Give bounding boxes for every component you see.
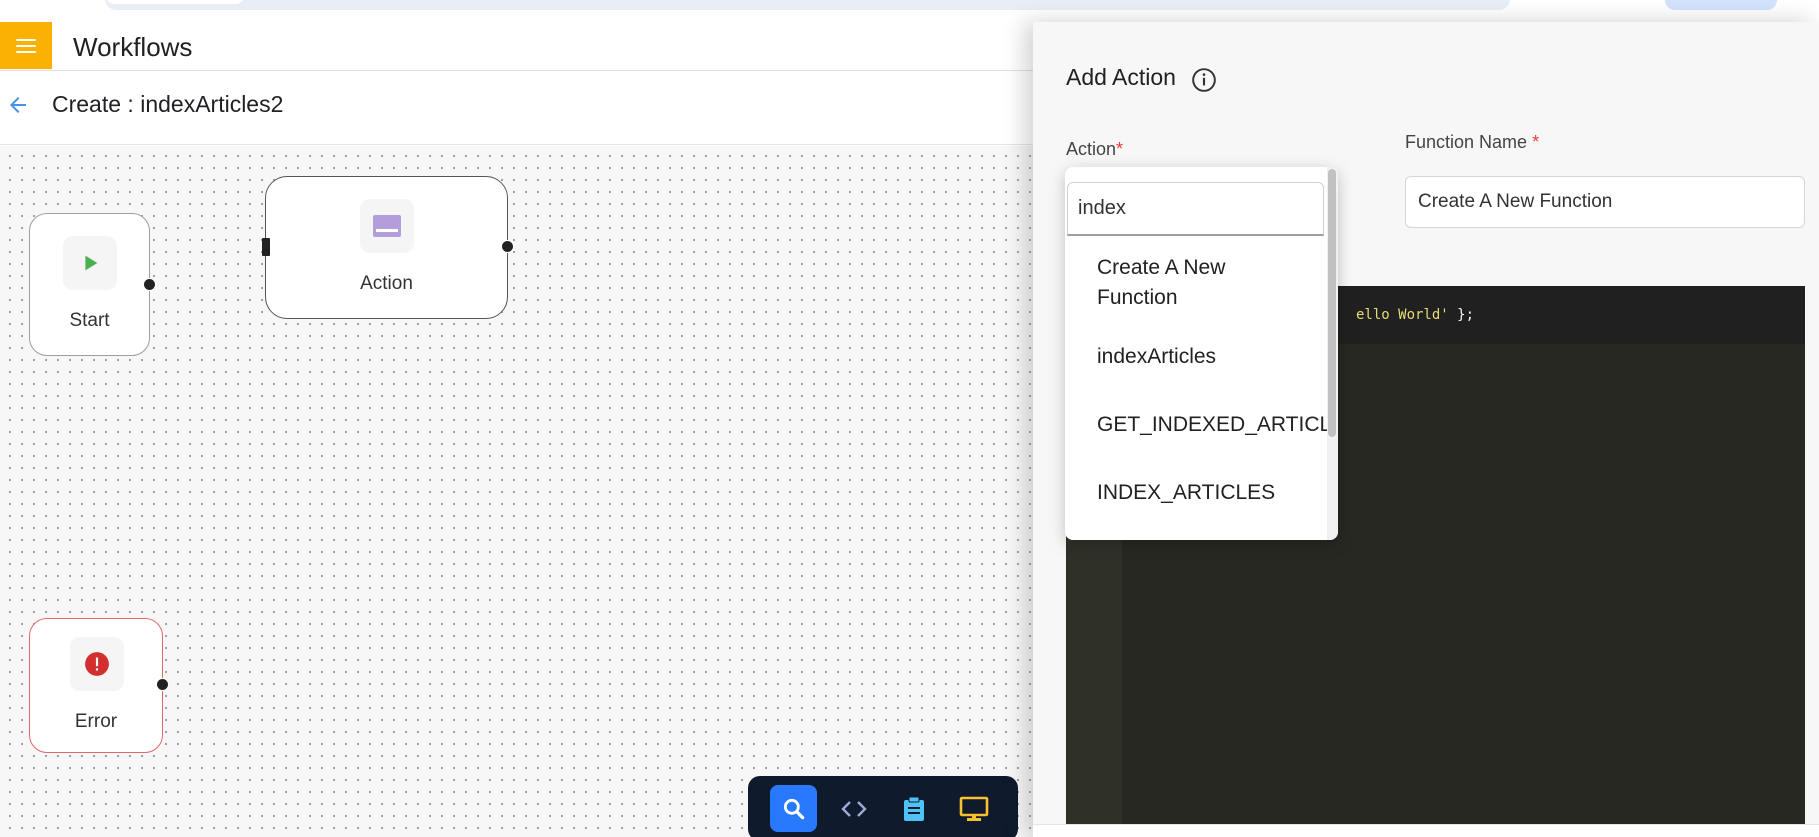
error-node-icon-box xyxy=(70,637,124,691)
function-name-input[interactable] xyxy=(1405,176,1805,228)
start-node-icon-box xyxy=(63,236,117,290)
action-dropdown: Create A New Function indexArticles GET_… xyxy=(1065,167,1338,540)
browser-strip xyxy=(0,0,1819,22)
panel-title: Add Action xyxy=(1066,64,1176,90)
start-node-label: Start xyxy=(69,310,110,331)
panel-footer xyxy=(1033,824,1819,837)
action-search-input[interactable] xyxy=(1067,182,1324,236)
start-node-output-handle[interactable] xyxy=(143,278,156,291)
dropdown-option-get-indexed-articles[interactable]: GET_INDEXED_ARTICLES xyxy=(1065,391,1327,459)
hamburger-icon xyxy=(16,38,36,53)
search-icon xyxy=(783,798,804,819)
monitor-icon xyxy=(959,796,988,821)
clipboard-icon xyxy=(903,796,924,821)
app-root: Workflows Create : indexArticles2 Start xyxy=(0,0,1819,837)
action-node-input-handle[interactable] xyxy=(262,238,270,256)
sub-header: Create : indexArticles2 xyxy=(0,71,1040,145)
code-view-button[interactable] xyxy=(830,785,877,832)
error-node-label: Error xyxy=(74,711,118,732)
browser-profile-button[interactable] xyxy=(1665,0,1777,10)
dropdown-option-create-new-function[interactable]: Create A New Function xyxy=(1065,253,1295,323)
back-arrow-icon[interactable] xyxy=(6,93,30,117)
action-node-icon-box xyxy=(360,199,414,253)
error-node[interactable]: Error xyxy=(29,618,169,753)
code-icon xyxy=(840,800,867,817)
workflow-canvas[interactable]: Start Action Error xyxy=(0,146,1040,837)
play-icon xyxy=(85,255,98,271)
browser-address-bar[interactable] xyxy=(105,0,1510,10)
error-node-output-handle[interactable] xyxy=(156,678,169,691)
monitor-button[interactable] xyxy=(950,785,997,832)
action-node-output-handle[interactable] xyxy=(501,240,514,253)
action-node-label: Action xyxy=(360,273,413,294)
app-title: Workflows xyxy=(73,32,193,62)
browser-tab-fragment xyxy=(105,0,245,4)
code-line: ello World' }; xyxy=(1356,307,1475,323)
clipboard-button[interactable] xyxy=(890,785,937,832)
bottom-toolbar xyxy=(748,776,1018,837)
function-name-label: Function Name * xyxy=(1405,132,1540,152)
error-icon xyxy=(85,652,109,676)
action-options-list: Create A New Function indexArticles GET_… xyxy=(1065,253,1327,527)
start-node[interactable]: Start xyxy=(29,213,156,356)
dropdown-option-index-articles[interactable]: INDEX_ARTICLES xyxy=(1065,459,1327,527)
action-node[interactable]: Action xyxy=(262,176,514,319)
action-field-label: Action* xyxy=(1066,139,1124,159)
search-button[interactable] xyxy=(770,785,817,832)
info-icon[interactable] xyxy=(1191,67,1217,93)
action-panel-icon xyxy=(373,215,401,237)
menu-button[interactable] xyxy=(0,22,52,69)
page-title: Create : indexArticles2 xyxy=(52,91,284,117)
dropdown-scrollbar-thumb[interactable] xyxy=(1328,169,1336,437)
dropdown-option-indexarticles[interactable]: indexArticles xyxy=(1065,323,1327,391)
